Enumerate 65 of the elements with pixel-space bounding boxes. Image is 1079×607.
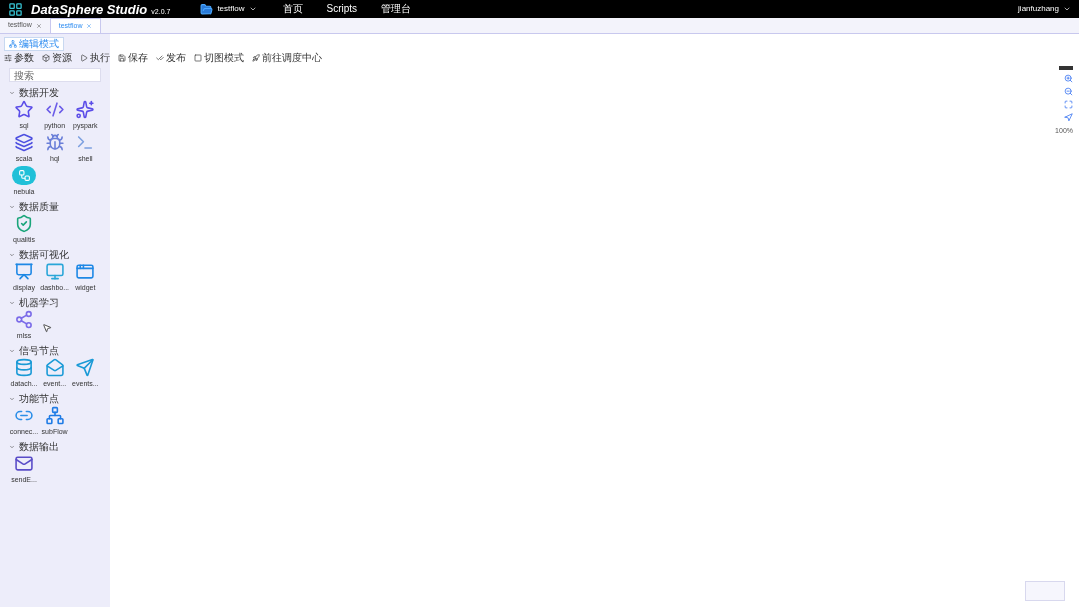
category-header[interactable]: 数据输出 <box>9 441 101 452</box>
category-header[interactable]: 信号节点 <box>9 345 101 356</box>
toolbar-button[interactable]: 前往调度中心 <box>252 53 322 63</box>
send-icon <box>74 358 97 377</box>
mouse-cursor-icon <box>42 323 52 333</box>
chevron-down-icon <box>248 5 257 13</box>
apps-icon[interactable] <box>8 1 23 17</box>
toolbar-button[interactable]: 执行 <box>80 53 110 63</box>
nav-link[interactable]: 管理台 <box>381 4 412 14</box>
star-icon <box>13 100 35 119</box>
toolbar-button[interactable]: 参数 <box>4 53 34 63</box>
caret-down-icon <box>9 395 15 402</box>
monitor-icon <box>43 262 66 281</box>
toolbar-button[interactable]: 切图模式 <box>194 53 244 63</box>
presentation-icon <box>13 262 35 281</box>
folder-icon <box>200 2 214 16</box>
hierarchy-icon <box>9 40 17 48</box>
workspace-dropdown[interactable]: testflow <box>200 2 257 16</box>
zoom-panel-header <box>1059 66 1073 70</box>
category-header[interactable]: 机器学习 <box>9 297 101 308</box>
toolbar-button[interactable]: 保存 <box>118 53 148 63</box>
close-icon[interactable] <box>86 23 93 29</box>
play-icon <box>80 54 88 62</box>
brand-logo: DataSphere Studio <box>31 2 148 16</box>
category-header[interactable]: 数据质量 <box>9 201 101 212</box>
layers-icon <box>13 133 35 152</box>
caret-down-icon <box>9 347 15 354</box>
category-header[interactable]: 功能节点 <box>9 393 101 404</box>
category-header[interactable]: 数据开发 <box>9 87 101 98</box>
fit-icon[interactable] <box>1064 100 1073 109</box>
database-icon <box>13 358 35 377</box>
sparkle-icon <box>74 100 97 119</box>
caret-down-icon <box>9 251 15 258</box>
chevron-down-icon <box>1063 5 1071 13</box>
nodes-glyph <box>17 169 31 182</box>
save-icon <box>118 54 126 62</box>
rocket-icon <box>252 54 260 62</box>
zoom-in-icon[interactable] <box>1064 74 1073 83</box>
toolbar-button[interactable]: 发布 <box>156 53 186 63</box>
caret-down-icon <box>9 299 15 306</box>
locate-icon[interactable] <box>1064 113 1073 122</box>
check-icon <box>156 54 164 62</box>
minimap <box>1025 581 1065 601</box>
close-icon[interactable] <box>35 22 42 29</box>
search-field[interactable]: 搜索 <box>9 68 101 82</box>
code-icon <box>43 100 66 119</box>
caret-down-icon <box>9 89 15 96</box>
share-nodes-icon <box>13 310 35 329</box>
hierarchy-icon <box>43 406 66 425</box>
category-header[interactable]: 数据可视化 <box>9 249 101 260</box>
toolbar-button[interactable]: 资源 <box>42 53 72 63</box>
edit-mode-button[interactable]: 编辑模式 <box>4 37 64 51</box>
envelope-icon <box>13 454 35 473</box>
nav-link[interactable]: Scripts <box>326 4 358 14</box>
caret-down-icon <box>9 203 15 210</box>
window-icon <box>74 262 97 281</box>
zoom-out-icon[interactable] <box>1064 87 1073 96</box>
box-icon <box>42 54 50 62</box>
bug-icon <box>43 133 66 152</box>
mail-open-icon <box>43 358 66 377</box>
nav-link[interactable]: 首页 <box>282 4 303 14</box>
sliders-icon <box>4 54 12 62</box>
square-icon <box>194 54 202 62</box>
caret-down-icon <box>9 443 15 450</box>
user-menu[interactable]: jianfuzhang <box>1018 3 1071 15</box>
